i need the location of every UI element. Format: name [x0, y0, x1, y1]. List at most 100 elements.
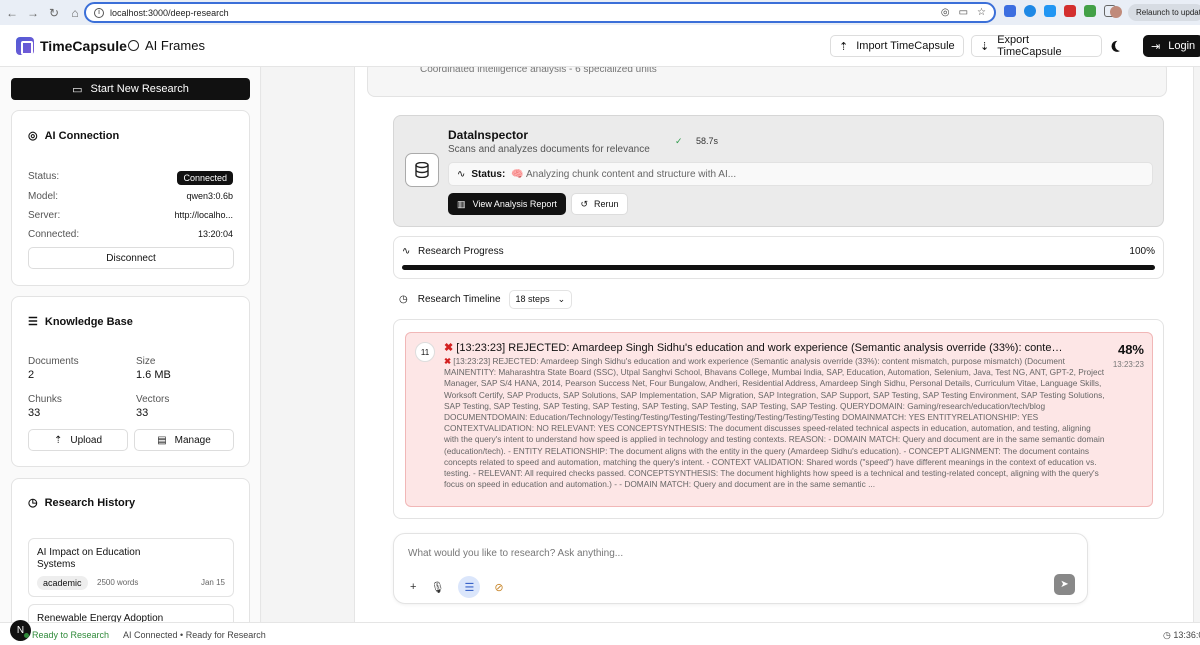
manage-button[interactable]: ▤ Manage	[134, 429, 234, 451]
cast-icon[interactable]: ▭	[959, 7, 968, 18]
ai-frames-link[interactable]: AI Frames	[128, 38, 205, 53]
progress-label: Research Progress	[418, 246, 504, 257]
document-icon: ▤	[157, 434, 167, 446]
manage-label: Manage	[174, 434, 211, 446]
extension-icon[interactable]	[1064, 5, 1076, 17]
home-icon[interactable]: ⌂	[66, 4, 84, 22]
status-row: Status: Connected	[28, 171, 233, 185]
address-bar[interactable]: i localhost:3000/deep-research ◎ ▭ ☆	[84, 2, 996, 23]
model-label: Model:	[28, 191, 59, 202]
rerun-button[interactable]: ↺ Rerun	[571, 193, 628, 215]
size-label: Size	[136, 356, 156, 367]
agent-description: Scans and analyzes documents for relevan…	[448, 144, 650, 155]
entry-percent: 48%	[1117, 342, 1144, 357]
import-timecapsule-button[interactable]: ⇡ Import TimeCapsule	[830, 35, 964, 57]
entry-body: ✖ [13:23:23] REJECTED: Amardeep Singh Si…	[444, 356, 1106, 498]
documents-stat: Documents 2	[28, 356, 79, 381]
main-area: Coordinated intelligence analysis - 6 sp…	[262, 67, 1200, 622]
upload-button[interactable]: ⇡ Upload	[28, 429, 128, 451]
messenger-extension-icon[interactable]	[1024, 5, 1036, 17]
start-new-research-button[interactable]: ▭ Start New Research	[11, 78, 250, 100]
size-value: 1.6 MB	[136, 369, 171, 381]
upload-label: Upload	[70, 434, 103, 446]
login-button[interactable]: ⇥ Login	[1143, 35, 1200, 57]
upload-icon: ⇡	[839, 40, 849, 53]
activity-icon: ∿	[402, 246, 411, 257]
agent-duration: 58.7s	[696, 136, 719, 146]
server-label: Server:	[28, 210, 61, 221]
history-item-title: AI Impact on Education Systems	[37, 547, 141, 570]
url-text: localhost:3000/deep-research	[110, 7, 229, 18]
footer-time: ◷ 13:36:0	[1163, 630, 1200, 641]
timeline-list[interactable]: 11 ✖ [13:23:23] REJECTED: Amardeep Singh…	[393, 319, 1164, 519]
entry-title: ✖ [13:23:23] REJECTED: Amardeep Singh Si…	[444, 341, 1064, 354]
status-badge: Connected	[177, 171, 233, 185]
extension-icon[interactable]	[1004, 5, 1016, 17]
login-icon: ⇥	[1151, 40, 1161, 53]
send-button[interactable]: ➤	[1054, 574, 1075, 595]
connected-label: Connected:	[28, 229, 80, 240]
coordination-summary: Coordinated intelligence analysis - 6 sp…	[367, 67, 1167, 97]
timecapsule-logo-icon[interactable]	[16, 37, 34, 55]
documents-label: Documents	[28, 356, 79, 367]
reload-icon[interactable]: ↻	[45, 4, 63, 22]
back-icon[interactable]: ←	[3, 4, 21, 22]
research-composer: What would you like to research? Ask any…	[393, 533, 1088, 604]
timeline-steps-toggle[interactable]: 18 steps ⌄	[508, 290, 573, 309]
chevron-down-icon: ⌄	[557, 294, 566, 304]
app-header: TimeCapsule AI Frames ⇡ Import TimeCapsu…	[0, 25, 1200, 67]
entry-time: 13:23:23	[1112, 360, 1144, 369]
sidebar: ▭ Start New Research ◎ AI Connection Sta…	[0, 67, 261, 622]
add-icon[interactable]: +	[410, 581, 416, 593]
next-badge-icon[interactable]: N	[10, 620, 31, 641]
view-analysis-report-button[interactable]: ▥ View Analysis Report	[448, 193, 566, 215]
web-search-off-icon[interactable]: ⊘	[494, 581, 503, 594]
research-history-card: ◷ Research History AI Impact on Educatio…	[11, 478, 250, 622]
history-item-words: 2500 words	[97, 578, 139, 587]
progress-percent: 100%	[1129, 246, 1155, 257]
bookmark-star-icon[interactable]: ☆	[977, 7, 986, 18]
site-info-icon[interactable]: i	[94, 7, 104, 18]
extension-icon[interactable]	[1044, 5, 1056, 17]
research-history-title: ◷ Research History	[28, 496, 135, 510]
research-panel: Coordinated intelligence analysis - 6 sp…	[354, 67, 1194, 622]
location-icon[interactable]: ◎	[941, 7, 950, 18]
model-row: Model: qwen3:0.6b	[28, 191, 233, 202]
vectors-stat: Vectors 33	[136, 394, 169, 419]
browser-toolbar: ← → ↻ ⌂ i localhost:3000/deep-research ◎…	[0, 0, 1200, 25]
rejected-x-icon: ✖	[444, 342, 454, 354]
complete-check-icon: ✓	[675, 136, 683, 146]
database-icon: ☰	[28, 316, 38, 328]
history-item[interactable]: AI Impact on Education Systems academic …	[28, 538, 234, 597]
model-value: qwen3:0.6b	[186, 191, 233, 201]
connection-status-text: AI Connected • Ready for Research	[123, 630, 266, 640]
history-item[interactable]: Renewable Energy Adoption	[28, 604, 234, 622]
research-input[interactable]: What would you like to research? Ask any…	[408, 548, 623, 559]
status-label: Status:	[28, 171, 60, 182]
upload-icon: ⇡	[53, 434, 63, 446]
knowledge-base-toggle-icon[interactable]: ☰	[458, 576, 481, 598]
server-row: Server: http://localho...	[28, 210, 233, 221]
connected-row: Connected: 13:20:04	[28, 229, 233, 240]
timeline-entry[interactable]: 11 ✖ [13:23:23] REJECTED: Amardeep Singh…	[405, 332, 1153, 507]
timeline-label: Research Timeline	[417, 294, 501, 305]
footer-time-value: 13:36:0	[1173, 630, 1200, 640]
relaunch-button[interactable]: Relaunch to update	[1128, 4, 1200, 21]
activity-icon: ∿	[457, 168, 466, 180]
microphone-icon[interactable]: 🎙	[430, 581, 444, 594]
knowledge-base-card: ☰ Knowledge Base Documents 2 Size 1.6 MB…	[11, 296, 250, 467]
profile-avatar[interactable]	[1110, 6, 1122, 18]
history-item-title: Renewable Energy Adoption	[37, 613, 164, 622]
disconnect-button[interactable]: Disconnect	[28, 247, 234, 269]
extension-icon[interactable]	[1084, 5, 1096, 17]
vectors-count: 33	[136, 407, 149, 419]
export-timecapsule-button[interactable]: ⇣ Export TimeCapsule	[971, 34, 1102, 58]
progress-fill	[402, 265, 1155, 270]
theme-toggle-moon-icon[interactable]	[1113, 38, 1127, 52]
login-label: Login	[1168, 40, 1196, 52]
view-report-label: View Analysis Report	[472, 199, 557, 209]
brand-name[interactable]: TimeCapsule	[40, 38, 127, 54]
research-progress-card: ∿ Research Progress 100%	[393, 236, 1164, 279]
forward-icon[interactable]: →	[24, 4, 42, 22]
research-timeline-header: ◷ Research Timeline 18 steps ⌄	[399, 290, 573, 309]
